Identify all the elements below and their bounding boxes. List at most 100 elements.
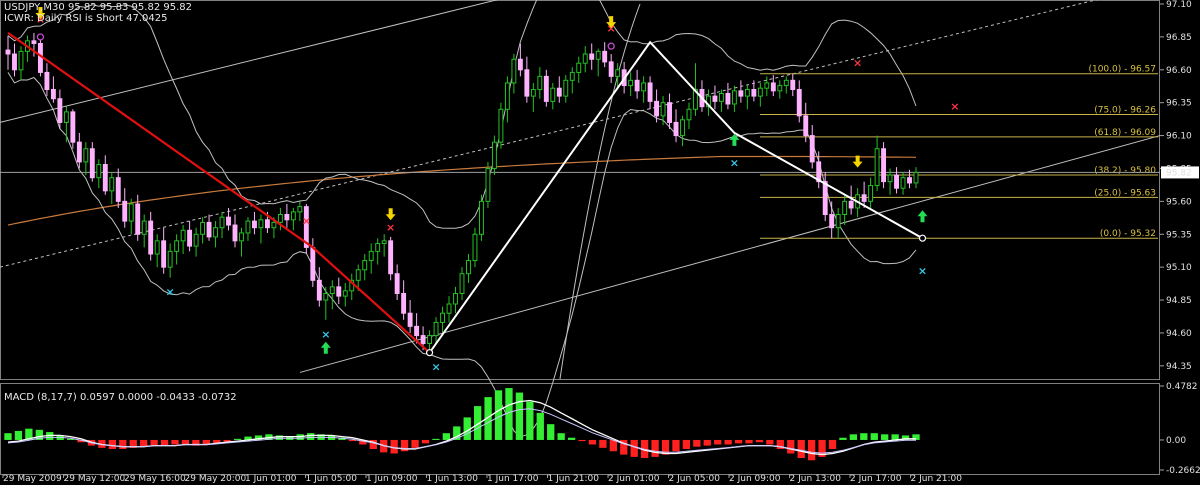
candle xyxy=(70,109,76,149)
candle-body xyxy=(141,220,147,235)
candle-body xyxy=(796,89,802,117)
candle-body xyxy=(563,79,569,97)
chart-window[interactable]: (100.0) - 96.57 (75.0) - 96.26 (61.8) - 96… xyxy=(0,0,1200,485)
time-axis-label: 29 May 16:00 xyxy=(124,474,186,484)
bollinger-lower-band xyxy=(7,72,917,438)
candle-body xyxy=(290,211,296,221)
candle xyxy=(394,264,400,301)
candle-body xyxy=(712,95,718,102)
price-axis-label: 95.60 xyxy=(1166,197,1192,207)
candle-body xyxy=(725,92,731,105)
price-panel-frame xyxy=(0,0,1160,380)
pivot-circle-marker xyxy=(425,349,434,357)
current-price-label: 95.82 xyxy=(1166,168,1192,178)
candle-body xyxy=(252,220,257,229)
candle xyxy=(174,234,180,265)
candle-body xyxy=(440,312,445,323)
time-axis-label: 2 Jun 17:00 xyxy=(850,474,902,484)
candle-body xyxy=(641,82,647,92)
arrow-up-icon xyxy=(917,210,928,223)
candle-body xyxy=(881,148,887,183)
macd-axis-label: 0.00 xyxy=(1166,436,1186,446)
macd-bar xyxy=(797,439,805,459)
candle-body xyxy=(459,273,465,294)
candle xyxy=(368,243,374,274)
candle xyxy=(498,102,504,149)
candle xyxy=(76,132,82,169)
time-axis-label: 2 Jun 01:00 xyxy=(608,474,660,484)
rsi-info-line: ICWR: Daily RSI is Short 47.0425 xyxy=(4,13,168,24)
candle xyxy=(154,234,160,268)
macd-main-line xyxy=(7,408,916,454)
candle-body xyxy=(381,240,387,244)
candle xyxy=(511,54,517,94)
candle-body xyxy=(472,233,478,262)
candle-body xyxy=(686,108,692,121)
candle xyxy=(524,56,530,103)
candle xyxy=(193,227,199,257)
candle-body xyxy=(401,292,407,314)
trend-channel xyxy=(0,0,1161,380)
candle xyxy=(180,225,186,254)
candle-body xyxy=(569,71,575,81)
time-axis-label: 1 Jun 01:00 xyxy=(245,474,297,484)
time-axis-label: 29 May 20:00 xyxy=(185,474,247,484)
candle xyxy=(783,76,789,94)
candle-body xyxy=(31,40,37,44)
candle-body xyxy=(783,79,789,87)
candle-body xyxy=(874,148,880,187)
candle-body xyxy=(154,240,160,255)
time-axis-label: 2 Jun 21:00 xyxy=(911,474,963,484)
candle xyxy=(738,80,744,103)
candle-body xyxy=(193,233,199,247)
candle-body xyxy=(680,119,685,137)
candle xyxy=(589,43,595,70)
candle xyxy=(219,211,225,239)
candle xyxy=(388,236,394,281)
candle-body xyxy=(355,269,361,281)
macd-bar xyxy=(828,439,837,449)
candle xyxy=(647,76,653,110)
candle xyxy=(277,207,283,231)
macd-bar xyxy=(140,439,148,447)
candle-body xyxy=(517,58,523,71)
candle-body xyxy=(414,325,420,337)
candle-body xyxy=(200,221,206,235)
candle-body xyxy=(829,214,835,229)
price-chart[interactable]: (100.0) - 96.57 (75.0) - 96.26 (61.8) - 96… xyxy=(0,0,1200,485)
candle-body xyxy=(595,50,601,60)
candle xyxy=(375,238,381,265)
fibonacci-levels xyxy=(760,73,1158,239)
macd-bar xyxy=(557,433,565,440)
candle-body xyxy=(316,279,322,301)
macd-bar xyxy=(442,433,450,440)
candle xyxy=(401,280,407,320)
candle-body xyxy=(388,240,394,275)
price-axis-label: 96.60 xyxy=(1166,66,1192,76)
candle xyxy=(187,221,193,252)
candle-body xyxy=(187,229,193,247)
candle xyxy=(472,227,478,268)
candle xyxy=(57,89,63,129)
candle xyxy=(712,85,718,110)
macd-bar xyxy=(526,401,534,440)
macd-bar xyxy=(807,439,816,461)
candle-body xyxy=(466,260,471,275)
candle xyxy=(718,89,724,112)
zigzag-red-line xyxy=(7,32,431,354)
macd-bar xyxy=(567,437,576,440)
macd-bar xyxy=(724,439,732,445)
candle-body xyxy=(667,102,672,123)
candle-body xyxy=(122,200,128,222)
candle xyxy=(329,280,335,310)
swing-high-marker: × xyxy=(302,214,311,227)
channel-arc-line xyxy=(559,3,641,380)
candle-body xyxy=(770,82,776,92)
candle xyxy=(349,273,355,301)
candle xyxy=(440,306,445,333)
price-axis-label: 94.85 xyxy=(1166,296,1192,306)
candle-body xyxy=(18,50,24,71)
candle-body xyxy=(284,214,290,221)
candle-body xyxy=(738,90,744,97)
candle-body xyxy=(375,242,381,252)
